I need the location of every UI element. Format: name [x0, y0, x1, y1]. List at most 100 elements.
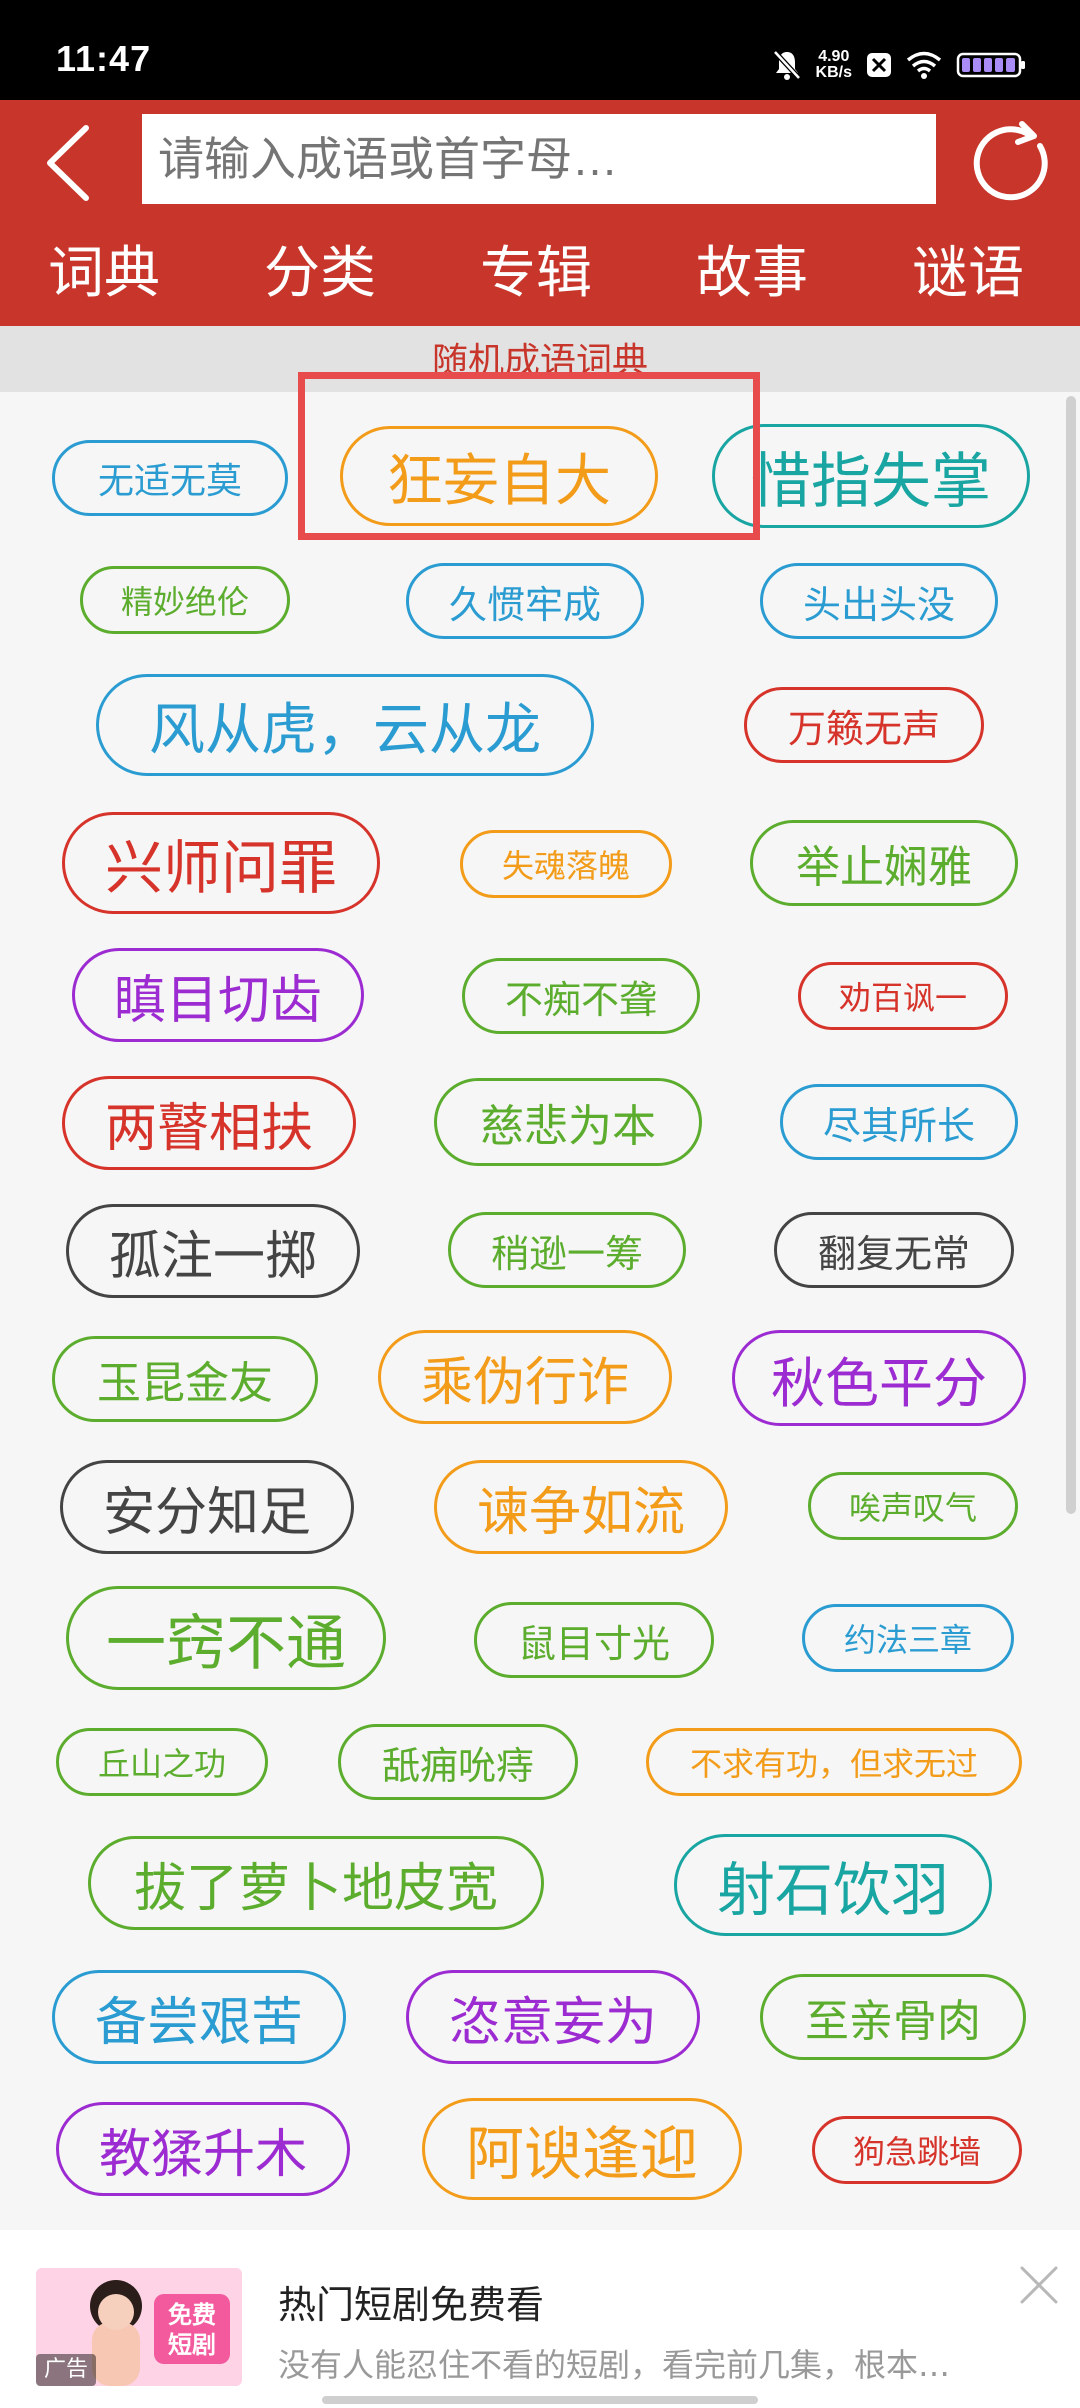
- idiom-text: 无适无莫: [97, 461, 242, 502]
- idiom-text: 劝百讽一: [838, 979, 967, 1017]
- net-speed: 4.90 KB/s: [816, 49, 852, 81]
- idiom-chip[interactable]: 无适无莫: [52, 440, 288, 516]
- idiom-chip[interactable]: 玉昆金友: [52, 1336, 318, 1422]
- idiom-chip[interactable]: 尽其所长: [780, 1084, 1018, 1160]
- tab-riddles[interactable]: 谜语: [912, 232, 1024, 316]
- x-app-icon: [867, 53, 891, 77]
- idiom-text: 拔了萝卜地皮宽: [133, 1858, 498, 1919]
- idiom-text: 唉声叹气: [848, 1489, 977, 1527]
- idiom-text: 狗急跳墙: [852, 2133, 981, 2171]
- idiom-chip[interactable]: 万籁无声: [744, 687, 984, 763]
- idiom-chip[interactable]: 头出头没: [760, 563, 998, 639]
- idiom-chip[interactable]: 失魂落魄: [460, 830, 672, 898]
- idiom-text: 谏争如流: [476, 1482, 685, 1543]
- idiom-chip[interactable]: 阿谀逢迎: [422, 2098, 742, 2200]
- idiom-text: 一窍不通: [106, 1608, 346, 1679]
- close-icon[interactable]: [1016, 2262, 1062, 2308]
- idiom-chip[interactable]: 举止娴雅: [750, 820, 1018, 906]
- idiom-text: 丘山之功: [97, 1745, 226, 1783]
- idiom-text: 兴师问罪: [104, 834, 337, 902]
- idiom-text: 翻复无常: [817, 1231, 970, 1276]
- idiom-text: 玉昆金友: [97, 1358, 273, 1409]
- idiom-text: 备尝艰苦: [94, 1992, 303, 2053]
- idiom-chip[interactable]: 鼠目寸光: [474, 1602, 714, 1678]
- idiom-chip[interactable]: 恣意妄为: [406, 1970, 700, 2064]
- ad-thumb-text: 免费短剧: [168, 2301, 216, 2359]
- ad-label: 广告: [36, 2354, 96, 2386]
- ad-banner[interactable]: 免费短剧 广告 热门短剧免费看 没有人能忍住不看的短剧，看完前几集，根本…: [0, 2230, 1080, 2408]
- idiom-text: 教猱升木: [98, 2124, 307, 2185]
- ad-title[interactable]: 热门短剧免费看: [278, 2274, 544, 2329]
- wifi-icon: [906, 51, 942, 79]
- idiom-chip[interactable]: 狂妄自大: [340, 426, 658, 526]
- idiom-chip[interactable]: 舐痈吮痔: [338, 1724, 578, 1800]
- idiom-chip[interactable]: 乘伪行诈: [378, 1330, 672, 1424]
- idiom-text: 风从虎，云从龙: [149, 697, 541, 763]
- idiom-chip[interactable]: 秋色平分: [732, 1330, 1026, 1426]
- net-speed-unit: KB/s: [815, 64, 852, 81]
- idiom-chip[interactable]: 慈悲为本: [434, 1078, 702, 1166]
- tab-album[interactable]: 专辑: [480, 232, 592, 316]
- idiom-text: 慈悲为本: [480, 1101, 656, 1152]
- idiom-chip[interactable]: 备尝艰苦: [52, 1970, 346, 2064]
- idiom-text: 至亲骨肉: [805, 1996, 981, 2047]
- idiom-text: 尽其所长: [822, 1103, 975, 1148]
- idiom-text: 秋色平分: [771, 1351, 987, 1415]
- back-arrow-icon[interactable]: [40, 118, 100, 208]
- idiom-text: 孤注一掷: [108, 1226, 317, 1287]
- home-indicator: [322, 2396, 758, 2404]
- mute-bell-icon: [772, 50, 801, 80]
- refresh-icon[interactable]: [970, 120, 1056, 206]
- idiom-chip[interactable]: 久惯牢成: [406, 563, 644, 639]
- idiom-chip[interactable]: 翻复无常: [774, 1212, 1014, 1288]
- idiom-chip[interactable]: 安分知足: [60, 1460, 354, 1554]
- idiom-chip[interactable]: 教猱升木: [56, 2102, 350, 2196]
- idiom-chip[interactable]: 不痴不聋: [462, 958, 700, 1034]
- ad-description[interactable]: 没有人能忍住不看的短剧，看完前几集，根本…: [278, 2340, 950, 2386]
- section-header: 随机成语词典: [0, 326, 1080, 392]
- tab-dictionary[interactable]: 词典: [48, 232, 160, 316]
- idiom-text: 万籁无声: [787, 706, 940, 751]
- status-bar: 11:47 4.90 KB/s: [0, 0, 1080, 100]
- idiom-text: 射石饮羽: [716, 1856, 949, 1924]
- idiom-chip[interactable]: 射石饮羽: [674, 1834, 992, 1936]
- idiom-chip[interactable]: 狗急跳墙: [812, 2116, 1022, 2184]
- idiom-text: 恣意妄为: [448, 1992, 657, 2053]
- scrollbar[interactable]: [1066, 396, 1076, 1514]
- idiom-chip[interactable]: 一窍不通: [66, 1586, 386, 1690]
- idiom-chip[interactable]: 约法三章: [802, 1604, 1014, 1672]
- battery-icon: [956, 52, 1025, 78]
- tab-classification[interactable]: 分类: [264, 232, 376, 316]
- idiom-chip[interactable]: 孤注一掷: [66, 1204, 360, 1298]
- idiom-text: 鼠目寸光: [517, 1621, 670, 1666]
- idiom-chip[interactable]: 至亲骨肉: [760, 1974, 1026, 2060]
- idiom-chip[interactable]: 谏争如流: [434, 1460, 728, 1554]
- idiom-chip[interactable]: 惜指失掌: [712, 424, 1030, 528]
- idiom-chip[interactable]: 拔了萝卜地皮宽: [88, 1836, 544, 1930]
- idiom-chip[interactable]: 稍逊一筹: [448, 1212, 686, 1288]
- status-icons: 4.90 KB/s: [772, 40, 1026, 90]
- idiom-chip[interactable]: 丘山之功: [56, 1728, 268, 1796]
- idiom-chip[interactable]: 瞋目切齿: [72, 948, 364, 1042]
- search-input[interactable]: [142, 114, 936, 204]
- idiom-text: 瞋目切齿: [113, 970, 322, 1031]
- idiom-chip[interactable]: 唉声叹气: [808, 1472, 1018, 1540]
- idiom-text: 精妙绝伦: [120, 583, 249, 621]
- idiom-text: 舐痈吮痔: [381, 1743, 534, 1788]
- idiom-text: 不痴不聋: [504, 977, 657, 1022]
- idiom-chip[interactable]: 劝百讽一: [798, 962, 1008, 1030]
- idiom-chip[interactable]: 精妙绝伦: [80, 566, 290, 634]
- idiom-text: 阿谀逢迎: [465, 2120, 698, 2188]
- idiom-chip[interactable]: 兴师问罪: [62, 812, 380, 914]
- idiom-text: 举止娴雅: [796, 842, 972, 893]
- idiom-text: 两瞽相扶: [104, 1098, 313, 1159]
- idiom-text: 乘伪行诈: [420, 1352, 629, 1413]
- tab-stories[interactable]: 故事: [696, 232, 808, 316]
- idiom-chip[interactable]: 不求有功，但求无过: [646, 1728, 1022, 1796]
- idiom-text: 惜指失掌: [751, 446, 991, 517]
- net-speed-value: 4.90: [818, 48, 850, 65]
- idiom-text: 头出头没: [802, 582, 955, 627]
- idiom-chip[interactable]: 风从虎，云从龙: [96, 674, 594, 776]
- idiom-text: 稍逊一筹: [490, 1231, 643, 1276]
- idiom-chip[interactable]: 两瞽相扶: [62, 1076, 356, 1170]
